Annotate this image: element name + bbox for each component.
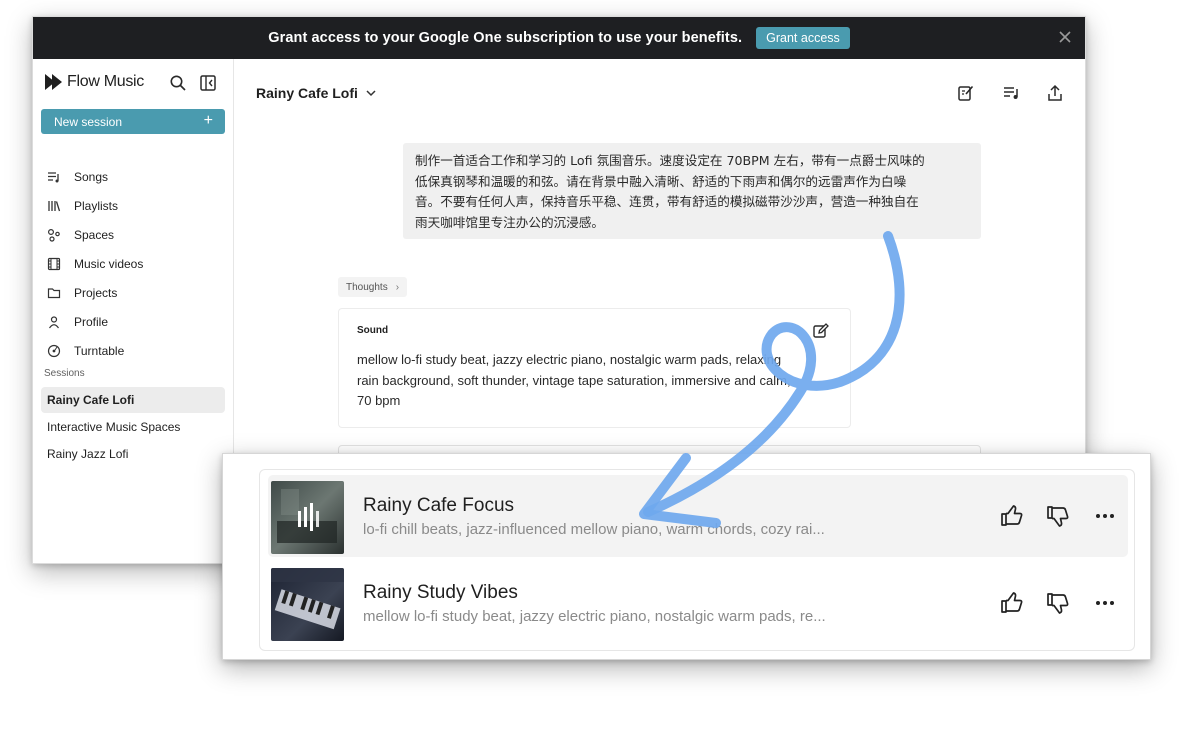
folder-icon (47, 288, 61, 299)
session-item-active[interactable]: Rainy Cafe Lofi (41, 387, 225, 413)
track-row[interactable]: Rainy Study Vibes mellow lo-fi study bea… (268, 562, 1128, 644)
track-thumbnail (271, 568, 344, 641)
grant-access-button[interactable]: Grant access (756, 27, 850, 49)
track-row-playing[interactable]: Rainy Cafe Focus lo-fi chill beats, jazz… (268, 475, 1128, 557)
sidebar-item-label: Projects (74, 286, 118, 300)
more-options-icon[interactable] (1092, 503, 1118, 529)
zoomed-results-panel: Rainy Cafe Focus lo-fi chill beats, jazz… (222, 453, 1151, 660)
chevron-right-icon: › (395, 281, 400, 293)
user-prompt-bubble: 制作一首适合工作和学习的 Lofi 氛围音乐。速度设定在 70BPM 左右，带有… (403, 143, 981, 239)
session-item[interactable]: Rainy Jazz Lofi (41, 441, 225, 467)
track-description: lo-fi chill beats, jazz-influenced mello… (363, 521, 825, 538)
sidebar-item-spaces[interactable]: Spaces (47, 225, 114, 245)
sound-card: Sound mellow lo-fi study beat, jazzy ele… (338, 308, 851, 428)
edit-notes-icon[interactable] (956, 83, 976, 103)
sidebar-item-label: Music videos (74, 257, 144, 271)
close-icon[interactable] (1055, 27, 1075, 47)
sound-heading: Sound (357, 325, 389, 336)
subscription-banner: Grant access to your Google One subscrip… (33, 17, 1085, 59)
sidebar-item-turntable[interactable]: Turntable (47, 341, 124, 361)
thumbs-down-icon[interactable] (1045, 590, 1071, 616)
thumbs-up-icon[interactable] (999, 503, 1025, 529)
sidebar-item-label: Spaces (74, 228, 115, 242)
profile-icon (49, 316, 59, 329)
turntable-icon (47, 344, 61, 358)
brand[interactable]: Flow Music (45, 73, 144, 91)
new-session-button[interactable]: New session + (41, 109, 225, 134)
sidebar-item-label: Turntable (74, 344, 125, 358)
sidebar-item-label: Songs (74, 170, 109, 184)
new-session-label: New session (54, 114, 123, 129)
plus-icon: + (203, 112, 213, 129)
music-videos-icon (47, 257, 61, 271)
track-title: Rainy Study Vibes (363, 582, 518, 603)
page-title: Rainy Cafe Lofi (256, 85, 358, 101)
sidebar-item-projects[interactable]: Projects (47, 283, 117, 303)
track-description: mellow lo-fi study beat, jazzy electric … (363, 608, 826, 625)
track-title: Rainy Cafe Focus (363, 495, 515, 516)
share-icon[interactable] (1045, 83, 1065, 103)
sound-line: mellow lo-fi study beat, jazzy electric … (357, 352, 782, 367)
chevron-down-icon (366, 90, 376, 97)
thumbs-up-icon[interactable] (999, 590, 1025, 616)
edit-icon[interactable] (812, 322, 830, 340)
banner-text: Grant access to your Google One subscrip… (268, 30, 743, 46)
more-options-icon[interactable] (1092, 590, 1118, 616)
flow-music-logo-icon (45, 74, 62, 90)
track-thumbnail (271, 481, 344, 554)
sidebar-item-songs[interactable]: Songs (47, 167, 108, 187)
sessions-heading: Sessions (44, 368, 85, 379)
sidebar-item-profile[interactable]: Profile (47, 312, 108, 332)
sidebar-item-playlists[interactable]: Playlists (47, 196, 118, 216)
sound-line: 70 bpm (357, 393, 401, 408)
session-title-dropdown[interactable]: Rainy Cafe Lofi (256, 85, 378, 101)
sound-line: rain background, soft thunder, vintage t… (357, 372, 791, 388)
prompt-line: 雨天咖啡馆里专注办公的沉浸感。 (415, 214, 604, 230)
session-item[interactable]: Interactive Music Spaces (41, 414, 225, 440)
brand-name: Flow Music (67, 73, 145, 90)
track-list: Rainy Cafe Focus lo-fi chill beats, jazz… (259, 469, 1135, 651)
sidebar-item-music-videos[interactable]: Music videos (47, 254, 143, 274)
spaces-icon (47, 228, 60, 242)
thoughts-toggle[interactable]: Thoughts › (338, 277, 408, 297)
songs-icon (48, 172, 59, 183)
thoughts-label: Thoughts (346, 281, 388, 293)
queue-music-icon[interactable] (1002, 83, 1022, 103)
sidebar-item-label: Playlists (74, 199, 119, 213)
prompt-line: 音。不要有任何人声，保持音乐平稳、连贯，带有舒适的模拟磁带沙沙声，营造一种独自在 (415, 194, 919, 209)
prompt-line: 低保真钢琴和温暖的和弦。请在背景中融入清晰、舒适的下雨声和偶尔的远雷声作为白噪 (415, 173, 907, 189)
collapse-sidebar-icon[interactable] (199, 74, 217, 92)
thumbs-down-icon[interactable] (1045, 503, 1071, 529)
prompt-line: 制作一首适合工作和学习的 Lofi 氛围音乐。速度设定在 70BPM 左右，带有… (415, 153, 925, 168)
sidebar-item-label: Profile (74, 315, 109, 329)
search-icon[interactable] (169, 74, 187, 92)
playlists-icon (48, 201, 61, 212)
sound-description: mellow lo-fi study beat, jazzy electric … (357, 350, 827, 412)
sidebar: Flow Music New session + Songs Playlists… (33, 59, 234, 563)
